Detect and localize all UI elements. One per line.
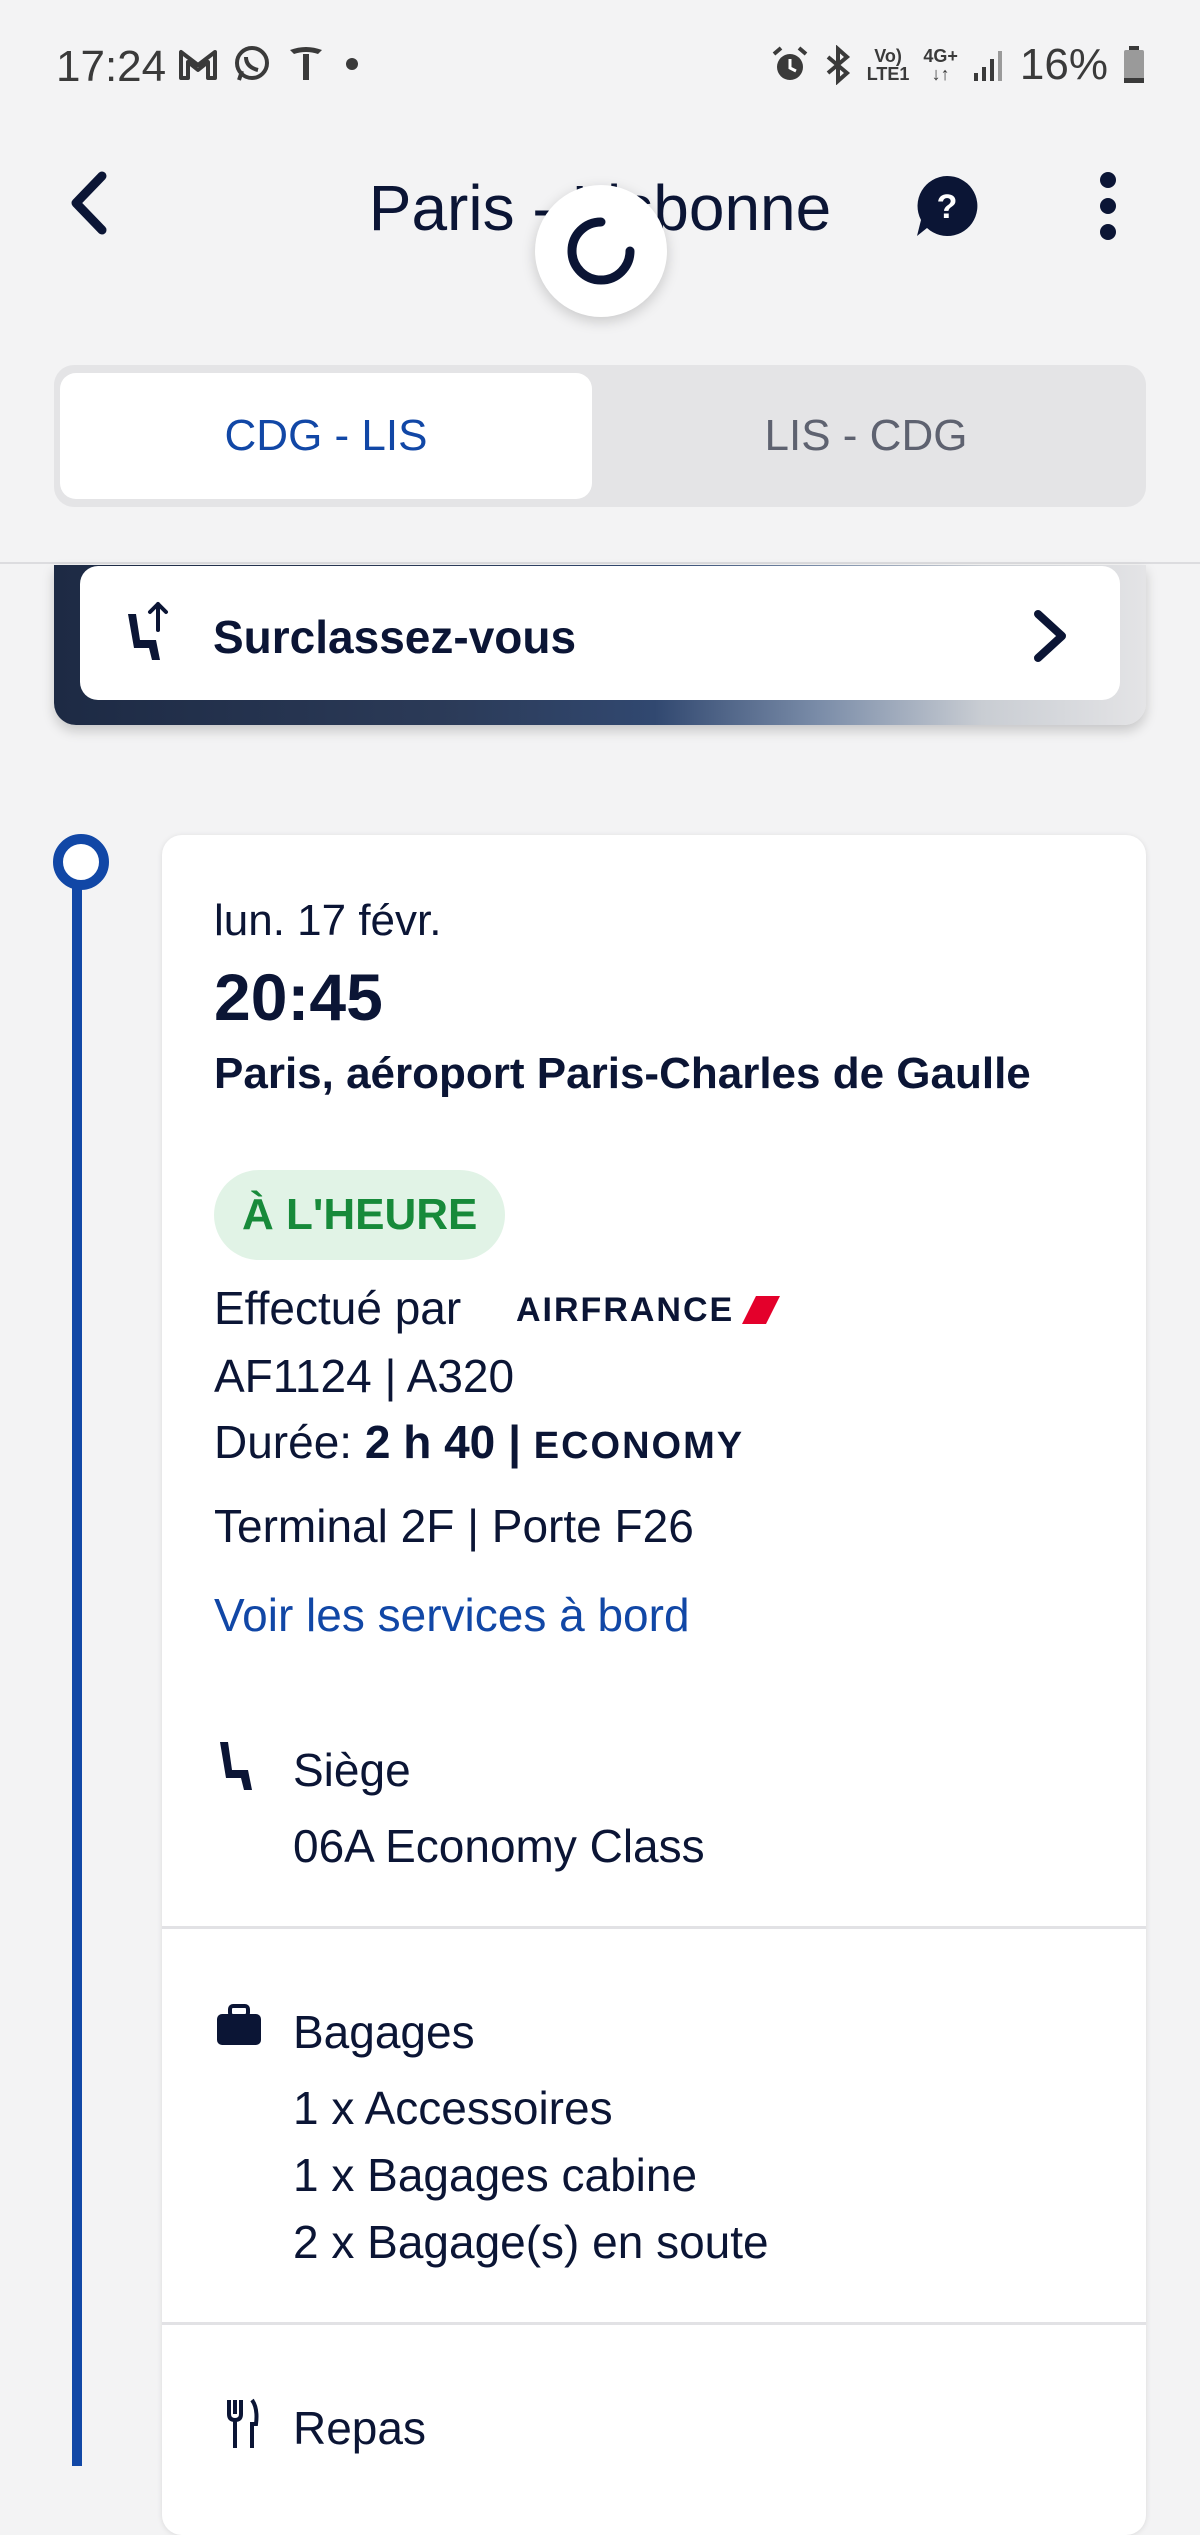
meal-title: Repas (293, 2402, 426, 2454)
back-arrow-icon (71, 171, 107, 235)
bluetooth-icon (826, 45, 850, 85)
baggage-item: 2 x Bagage(s) en soute (293, 2216, 769, 2268)
volte-indicator: Vo) LTE1 (866, 46, 910, 84)
status-badge: À L'HEURE (214, 1170, 506, 1260)
direction-tabs: CDG - LIS LIS - CDG (54, 365, 1146, 507)
flight-duration: Durée: 2 h 40 | ECONOMY (214, 1414, 744, 1474)
status-right-area: Vo) LTE1 4G+ ↓↑ 16% (771, 40, 1146, 90)
loading-spinner (535, 185, 667, 317)
operated-by-label: Effectué par (214, 1282, 462, 1334)
seat-value: 06A Economy Class (293, 1820, 705, 1872)
seat-icon (216, 1740, 256, 1792)
tab-outbound[interactable]: CDG - LIS (60, 373, 592, 499)
baggage-icon (216, 2004, 262, 2046)
departure-airport: Paris, aéroport Paris-Charles de Gaulle (214, 1049, 1031, 1098)
signal-icon (973, 51, 1002, 81)
flight-number-aircraft: AF1124 | A320 (214, 1350, 515, 1402)
onboard-services-link[interactable]: Voir les services à bord (214, 1587, 690, 1643)
upgrade-label: Surclassez-vous (213, 611, 577, 663)
baggage-item: 1 x Bagages cabine (293, 2149, 698, 2201)
alarm-icon (772, 46, 808, 80)
status-left-icons (178, 44, 364, 84)
whatsapp-icon (235, 46, 269, 81)
section-divider (162, 2322, 1146, 2325)
timeline-line (72, 860, 82, 2466)
more-options-button[interactable] (1090, 170, 1126, 242)
data-indicator: 4G+ ↓↑ (923, 46, 958, 84)
status-time: 17:24 (56, 42, 167, 91)
header-divider (0, 562, 1200, 564)
help-icon: ? (917, 175, 978, 236)
cabin-class: ECONOMY (533, 1425, 745, 1467)
seat-title: Siège (293, 1744, 411, 1796)
baggage-title: Bagages (293, 2006, 475, 2058)
departure-time: 20:45 (214, 960, 383, 1034)
tesla-icon (290, 47, 322, 80)
dot-icon (346, 58, 358, 70)
timeline-departure-dot (53, 834, 109, 890)
help-button[interactable]: ? (915, 174, 979, 238)
loading-spinner-icon (567, 217, 635, 285)
airfrance-logo: AIRFRANCE (516, 1290, 781, 1330)
departure-date: lun. 17 févr. (214, 896, 442, 945)
back-button[interactable] (62, 168, 122, 238)
terminal-gate: Terminal 2F | Porte F26 (214, 1500, 694, 1552)
duration-label: Durée: (214, 1416, 353, 1468)
svg-text:?: ? (937, 188, 958, 226)
duration-separator: | (508, 1416, 521, 1468)
airfrance-stripe-icon (742, 1296, 781, 1324)
meal-icon (226, 2398, 260, 2450)
duration-value: 2 h 40 (364, 1416, 496, 1468)
airfrance-logo-text: AIRFRANCE (516, 1291, 735, 1329)
tab-return[interactable]: LIS - CDG (600, 373, 1132, 499)
baggage-item: 1 x Accessoires (293, 2082, 613, 2134)
gmail-icon (179, 50, 217, 80)
battery-icon (1124, 46, 1144, 83)
section-divider (162, 1926, 1146, 1929)
more-options-icon (1100, 172, 1116, 240)
seat-upgrade-icon (122, 600, 170, 666)
battery-percent: 16% (1019, 40, 1108, 89)
chevron-right-icon (1030, 608, 1070, 664)
